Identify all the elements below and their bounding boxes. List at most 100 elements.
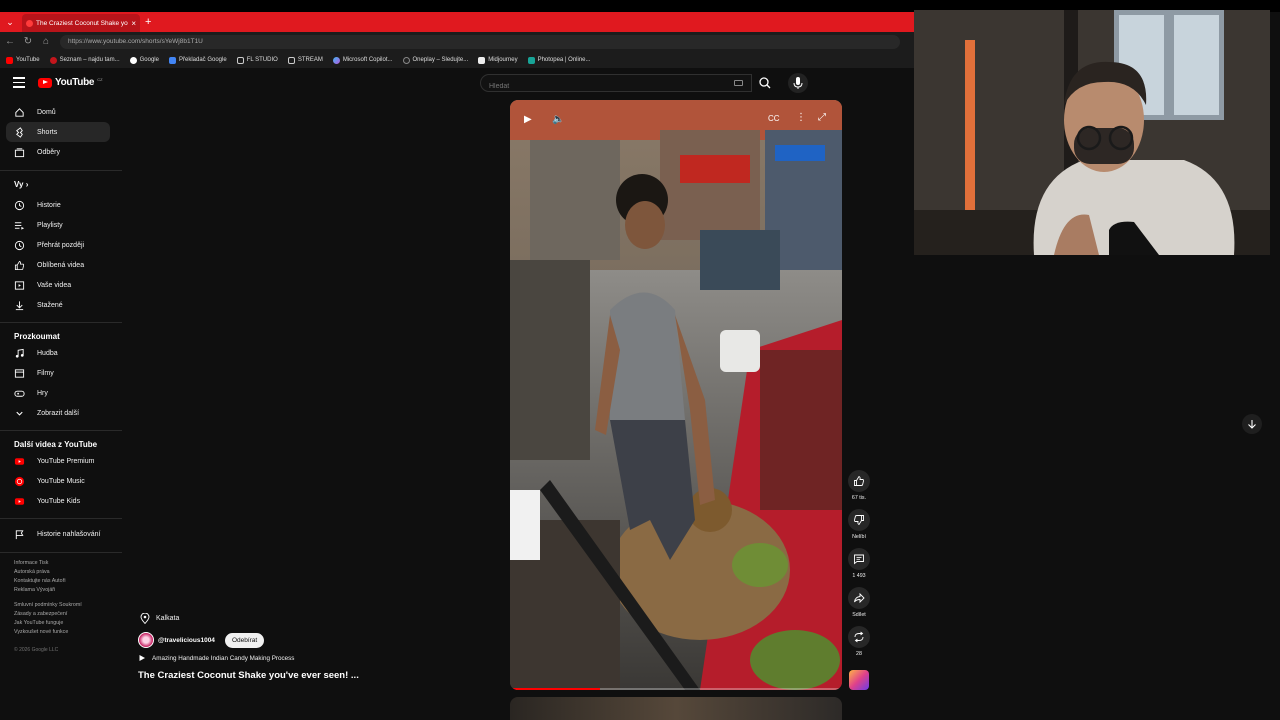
bookmark-item[interactable]: Microsoft Copilot... — [332, 56, 393, 64]
sidebar-item-gaming[interactable]: Hry — [6, 383, 110, 403]
fullscreen-icon[interactable]: ⤢ — [818, 112, 826, 123]
history-icon — [14, 200, 25, 210]
more-vertical-icon[interactable]: ⋮ — [796, 112, 806, 123]
bookmark-item[interactable]: Překladač Google — [168, 56, 227, 64]
like-button[interactable]: 67 tis. — [848, 470, 870, 501]
voice-search-button[interactable] — [788, 73, 808, 93]
bookmark-item[interactable]: Seznam – najdu tam... — [49, 56, 120, 64]
sidebar-item-liked[interactable]: Oblíbená videa — [6, 255, 110, 275]
search-box — [480, 74, 752, 95]
sidebar-item-youtube-music[interactable]: YouTube Music — [6, 471, 110, 491]
comments-button-circle[interactable] — [848, 548, 870, 570]
sidebar-divider — [0, 518, 122, 519]
tab-menu-chevron-icon[interactable]: ⌄ — [3, 15, 17, 29]
sound-thumbnail[interactable] — [849, 670, 869, 690]
home-icon[interactable]: ⌂ — [38, 34, 54, 50]
chevron-right-icon: › — [25, 180, 29, 189]
channel-row: @travelicious1004 Odebírat — [138, 632, 265, 648]
comments-button[interactable]: 1 493 — [848, 548, 870, 579]
remix-button[interactable]: 28 — [848, 626, 870, 657]
bookmark-item[interactable]: STREAM — [287, 56, 323, 64]
sidebar-item-your-videos[interactable]: Vaše videa — [6, 275, 110, 295]
suggested-video-link[interactable]: Amazing Handmade Indian Candy Making Pro… — [138, 654, 294, 662]
new-tab-icon[interactable]: + — [145, 14, 155, 30]
footer-links[interactable]: Reklama Vývojáři — [14, 587, 55, 593]
hamburger-menu-icon[interactable] — [13, 77, 25, 89]
reload-icon[interactable]: ↻ — [20, 34, 36, 50]
channel-name[interactable]: @travelicious1004 — [158, 637, 215, 644]
volume-icon[interactable]: 🔈 — [552, 114, 564, 125]
bookmark-item[interactable]: FL STUDIO — [236, 56, 278, 64]
sidebar-item-downloads[interactable]: Stažené — [6, 295, 110, 315]
sidebar-item-show-more[interactable]: Zobrazit další — [6, 403, 110, 423]
sidebar-item-playlists[interactable]: Playlisty — [6, 215, 110, 235]
video-frame — [510, 100, 842, 690]
sidebar-item-movies[interactable]: Filmy — [6, 363, 110, 383]
sidebar-item-history[interactable]: Historie — [6, 195, 110, 215]
keyboard-icon[interactable] — [734, 80, 743, 86]
home-icon — [15, 107, 24, 117]
play-icon[interactable]: ▶ — [524, 114, 532, 125]
sidebar-item-youtube-premium[interactable]: YouTube Premium — [6, 451, 110, 471]
sidebar-item-label: YouTube Premium — [37, 457, 95, 465]
dislike-button[interactable]: Nelíbí — [848, 509, 870, 540]
back-arrow-icon[interactable]: ← — [2, 34, 18, 50]
share-button[interactable]: Sdílet — [848, 587, 870, 618]
like-button-circle[interactable] — [848, 470, 870, 492]
sidebar-item-subscriptions[interactable]: Odběry — [6, 142, 110, 162]
sidebar-item-home[interactable]: Domů — [6, 102, 110, 122]
next-video-button[interactable] — [1242, 414, 1262, 434]
sidebar-divider — [0, 430, 122, 431]
footer-links[interactable]: Zásady a zabezpečení — [14, 611, 67, 617]
bookmark-item[interactable]: Oneplay – Sledujte... — [402, 56, 468, 64]
bookmark-item[interactable]: Google — [129, 56, 159, 64]
search-input[interactable] — [481, 78, 721, 95]
tab-close-icon[interactable]: × — [131, 19, 136, 28]
like-count: 67 tis. — [851, 495, 867, 501]
bookmark-label: STREAM — [297, 57, 323, 63]
sidebar-item-music[interactable]: Hudba — [6, 343, 110, 363]
share-icon — [854, 592, 865, 604]
channel-avatar[interactable] — [138, 632, 154, 648]
url-field[interactable]: https://www.youtube.com/shorts/sYeWj8b1T… — [60, 35, 900, 49]
play-icon — [139, 655, 145, 661]
bookmark-item[interactable]: YouTube — [6, 56, 40, 64]
location-tag[interactable]: Kalkata — [140, 613, 179, 624]
sidebar-item-watch-later[interactable]: Přehrát později — [6, 235, 110, 255]
folder-icon — [287, 56, 295, 64]
dislike-button-circle[interactable] — [848, 509, 870, 531]
remix-button-circle[interactable] — [848, 626, 870, 648]
footer-links[interactable]: Vyzkoušet nové funkce — [14, 629, 68, 635]
chevron-down-icon — [16, 411, 23, 416]
seznam-bookmark-icon — [49, 56, 57, 64]
captions-icon[interactable]: CC — [768, 114, 780, 123]
share-button-circle[interactable] — [848, 587, 870, 609]
subscribe-button[interactable]: Odebírat — [224, 632, 265, 648]
bookmark-item[interactable]: Photopea | Online... — [527, 56, 591, 64]
sidebar-item-report-history[interactable]: Historie nahlašování — [6, 524, 110, 544]
sidebar-item-youtube-kids[interactable]: YouTube Kids — [6, 491, 110, 511]
footer-links[interactable]: Autorská práva — [14, 569, 50, 575]
browser-tab[interactable]: The Craziest Coconut Shake you've... × — [22, 14, 140, 32]
shorts-video-player[interactable]: ▶ 🔈 CC ⋮ ⤢ — [510, 100, 842, 690]
sidebar-item-shorts[interactable]: Shorts — [6, 122, 110, 142]
youtube-favicon-icon — [26, 19, 33, 27]
footer-links[interactable]: Informace Tisk — [14, 560, 48, 566]
video-progress-bar[interactable] — [510, 688, 842, 690]
tab-title: The Craziest Coconut Shake you've... — [36, 19, 128, 27]
next-short-preview[interactable] — [510, 697, 842, 720]
search-button[interactable] — [752, 74, 778, 92]
bookmark-item[interactable]: Midjourney — [478, 56, 518, 64]
logo-text: YouTube — [55, 77, 95, 88]
section-heading-you[interactable]: Vy › — [14, 180, 28, 189]
video-title[interactable]: The Craziest Coconut Shake you've ever s… — [138, 670, 359, 681]
webcam-frame — [914, 10, 1270, 255]
footer-links[interactable]: Smluvní podmínky Soukromí — [14, 602, 82, 608]
bookmark-label: YouTube — [16, 57, 40, 63]
oneplay-bookmark-icon — [402, 56, 410, 64]
footer-links[interactable]: Jak YouTube funguje — [14, 620, 63, 626]
flag-icon — [15, 529, 24, 539]
youtube-logo[interactable]: YouTube CZ — [38, 77, 103, 88]
footer-links[interactable]: Kontaktujte nás Autoři — [14, 578, 66, 584]
webcam-overlay — [914, 10, 1270, 255]
